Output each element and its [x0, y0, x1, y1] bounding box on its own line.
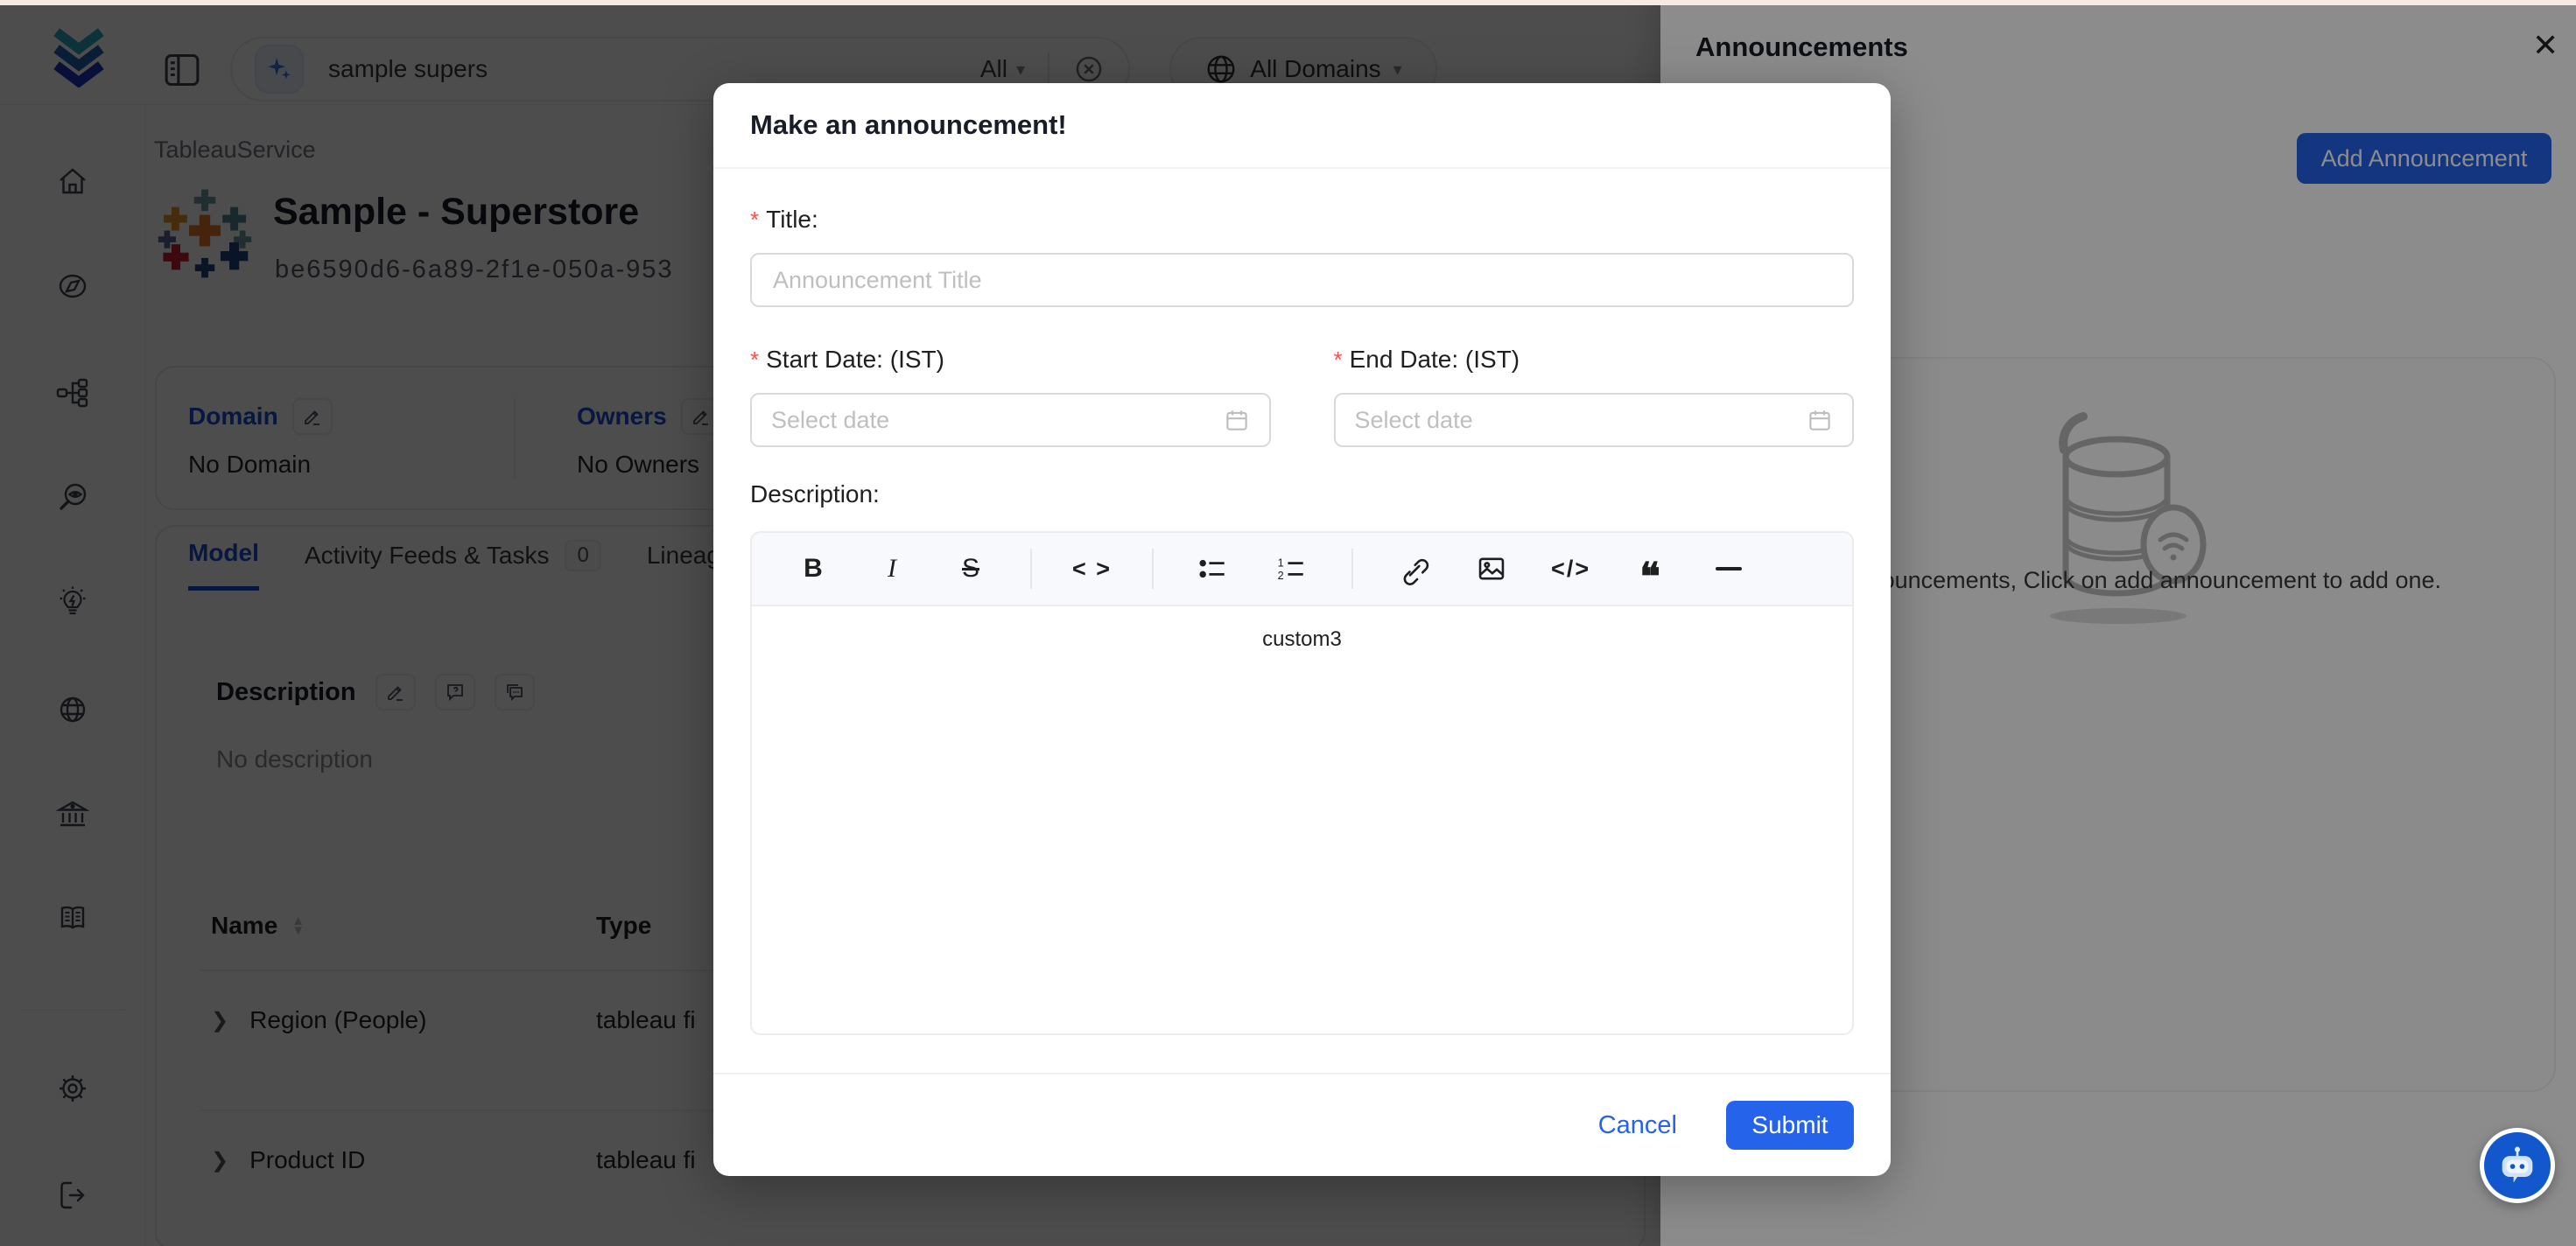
submit-button[interactable]: Submit [1726, 1101, 1854, 1150]
calendar-icon [1224, 407, 1250, 433]
modal-title: Make an announcement! [750, 109, 1067, 141]
start-date-picker[interactable]: Select date [750, 393, 1271, 447]
image-icon[interactable] [1472, 548, 1511, 590]
editor-content-area[interactable]: custom3 [752, 606, 1852, 1033]
horizontal-rule-icon[interactable] [1709, 548, 1748, 590]
numbered-list-icon[interactable]: 1 2 [1273, 548, 1311, 590]
blockquote-icon[interactable]: ❝ [1631, 548, 1669, 590]
rich-text-editor: B I S < > 1 2 [750, 531, 1854, 1035]
end-date-label: *End Date: (IST) [1334, 346, 1855, 374]
window-top-strip [0, 0, 2576, 5]
required-asterisk: * [1334, 346, 1343, 373]
calendar-icon [1807, 407, 1833, 433]
modal-header: Make an announcement! [713, 83, 1891, 169]
toolbar-divider [1030, 549, 1032, 589]
editor-content-text[interactable]: custom3 [752, 627, 1852, 652]
required-asterisk: * [750, 206, 759, 233]
description-field-label: Description: [750, 480, 1854, 508]
italic-icon[interactable]: I [873, 548, 911, 590]
svg-text:2: 2 [1278, 569, 1284, 582]
bullet-list-icon[interactable] [1194, 548, 1232, 590]
bold-icon[interactable]: B [794, 548, 832, 590]
link-icon[interactable] [1393, 548, 1432, 590]
end-date-picker[interactable]: Select date [1334, 393, 1855, 447]
start-date-label: *Start Date: (IST) [750, 346, 1271, 374]
svg-text:1: 1 [1278, 556, 1284, 569]
title-field-label: *Title: [750, 206, 1854, 234]
chatbot-icon[interactable] [2480, 1128, 2555, 1203]
editor-toolbar: B I S < > 1 2 [752, 533, 1852, 606]
cancel-button[interactable]: Cancel [1598, 1111, 1677, 1140]
required-asterisk: * [750, 346, 759, 373]
code-block-icon[interactable]: </> [1551, 548, 1590, 590]
modal-footer: Cancel Submit [713, 1073, 1891, 1176]
modal-body: *Title: *Start Date: (IST) Select date [713, 169, 1891, 1035]
toolbar-divider [1152, 549, 1154, 589]
inline-code-icon[interactable]: < > [1072, 548, 1112, 590]
chatbot-widget[interactable] [2480, 1128, 2555, 1203]
announcement-title-input[interactable] [750, 253, 1854, 307]
app-root: sample supers All▾ All [0, 0, 2576, 1246]
toolbar-divider [1351, 549, 1353, 589]
strikethrough-icon[interactable]: S [951, 548, 990, 590]
make-announcement-modal: Make an announcement! *Title: *Start Dat… [713, 83, 1891, 1176]
